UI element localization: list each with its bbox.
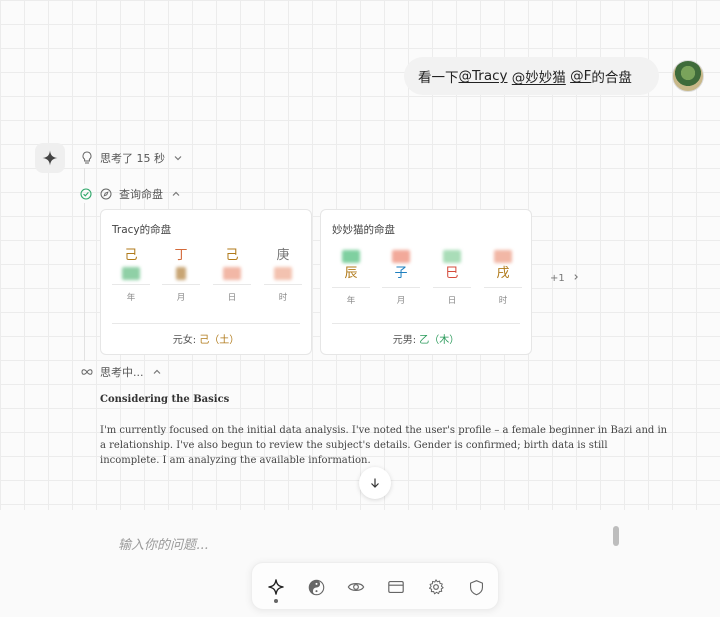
mention-f[interactable]: @F [570,68,591,84]
yin-yang-icon [308,579,324,595]
sparkle-icon [42,150,58,166]
scroll-down-button[interactable] [359,467,391,499]
eye-icon [347,583,365,591]
question-input[interactable] [118,530,598,560]
chevron-right-icon [574,274,578,280]
mention-miaomiaomao[interactable]: @妙妙猫 [512,66,566,86]
toolbar-card-button[interactable] [384,575,408,599]
shield-icon [469,579,483,595]
user-message-suffix: 的合盘 [591,70,632,86]
blurred-stem [392,250,410,263]
thinking-toggle[interactable]: 思考中... [80,364,162,380]
toolbar-yin-yang-button[interactable] [304,575,328,599]
check-circle-icon [79,187,93,201]
active-indicator [274,599,278,603]
compass-icon [99,187,113,201]
blurred-stem [342,250,360,263]
infinity-icon [80,365,94,379]
day-master-label: 元女: [172,335,197,346]
pillar-month: 丁 月 [162,247,200,303]
pillar-hour: 戌 时 [484,247,522,306]
pillar-day: 巳 日 [433,247,471,306]
chart-card-title: 妙妙猫的命盘 [332,224,395,236]
toolbar-eye-button[interactable] [344,575,368,599]
sparkle-icon [268,579,284,595]
pillar-label: 日 [447,296,457,306]
chart-card-miaomiaomao[interactable]: 妙妙猫的命盘 辰 年 子 月 巳 日 戌 时 元男: 乙（木） [320,209,532,355]
toolbar-sparkle-button[interactable] [264,575,288,599]
user-message-bubble: 看一下 @Tracy @妙妙猫 @F 的合盘 [404,57,659,95]
thinking-title: Considering the Basics [100,394,230,405]
toolbar-settings-button[interactable] [424,575,448,599]
blurred-branch [122,267,140,280]
user-message-prefix: 看一下 [418,70,459,86]
day-master-value: 乙（木） [419,335,460,346]
chevron-up-icon [172,191,180,196]
pillar-label: 日 [227,293,237,303]
heavenly-stem: 丁 [174,248,188,263]
heavenly-stem: 庚 [276,248,290,263]
pillar-label: 年 [346,296,356,306]
gear-icon [429,579,444,595]
pillar-label: 时 [278,293,288,303]
timeline-line [84,168,85,184]
day-master-label: 元男: [392,335,417,346]
mention-tracy[interactable]: @Tracy [459,68,508,84]
chart-card-footer: 元女: 己（土） [101,331,311,346]
thought-duration-label: 思考了 15 秒 [100,152,165,165]
chevron-up-icon [153,369,160,374]
query-chart-toggle[interactable]: 查询命盘 [79,186,181,202]
earthly-branch: 辰 [344,266,358,281]
blurred-branch [223,267,241,280]
toolbar-shield-button[interactable] [464,575,488,599]
pillar-hour: 庚 时 [264,247,302,303]
chart-card-footer: 元男: 乙（木） [321,331,531,346]
scrollbar-thumb[interactable] [613,526,619,546]
user-avatar[interactable] [672,60,704,92]
earthly-branch: 戌 [496,266,510,281]
query-chart-label: 查询命盘 [119,188,163,201]
pillar-label: 月 [396,296,406,306]
arrow-down-icon [371,478,379,488]
divider [112,323,300,324]
more-charts-count: +1 [550,273,565,284]
chevron-down-icon [174,156,182,161]
pillar-month: 子 月 [382,247,420,306]
bottom-toolbar [251,562,499,610]
assistant-logo [35,143,65,173]
timeline-line [84,203,85,361]
heavenly-stem: 己 [124,248,138,263]
divider [332,323,520,324]
earthly-branch: 巳 [445,266,459,281]
pillar-label: 时 [498,296,508,306]
earthly-branch: 子 [394,266,408,281]
pillar-year: 己 年 [112,247,150,303]
thought-duration-toggle[interactable]: 思考了 15 秒 [80,150,183,166]
pillar-label: 月 [176,293,186,303]
thinking-body: I'm currently focused on the initial dat… [100,425,668,466]
chart-card-title: Tracy的命盘 [112,224,172,236]
blurred-stem [494,250,512,263]
blurred-branch [274,267,292,280]
blurred-branch [176,267,186,280]
day-master-value: 己（土） [199,335,240,346]
chart-card-tracy[interactable]: Tracy的命盘 己 年 丁 月 己 日 庚 时 元女: 己（土） [100,209,312,355]
lightbulb-icon [80,151,94,165]
blurred-stem [443,250,461,263]
pillar-day: 己 日 [213,247,251,303]
heavenly-stem: 己 [225,248,239,263]
pillar-year: 辰 年 [332,247,370,306]
more-charts-button[interactable]: +1 [550,273,580,284]
thinking-label: 思考中... [100,366,144,379]
card-icon [388,581,404,593]
pillar-label: 年 [126,293,136,303]
